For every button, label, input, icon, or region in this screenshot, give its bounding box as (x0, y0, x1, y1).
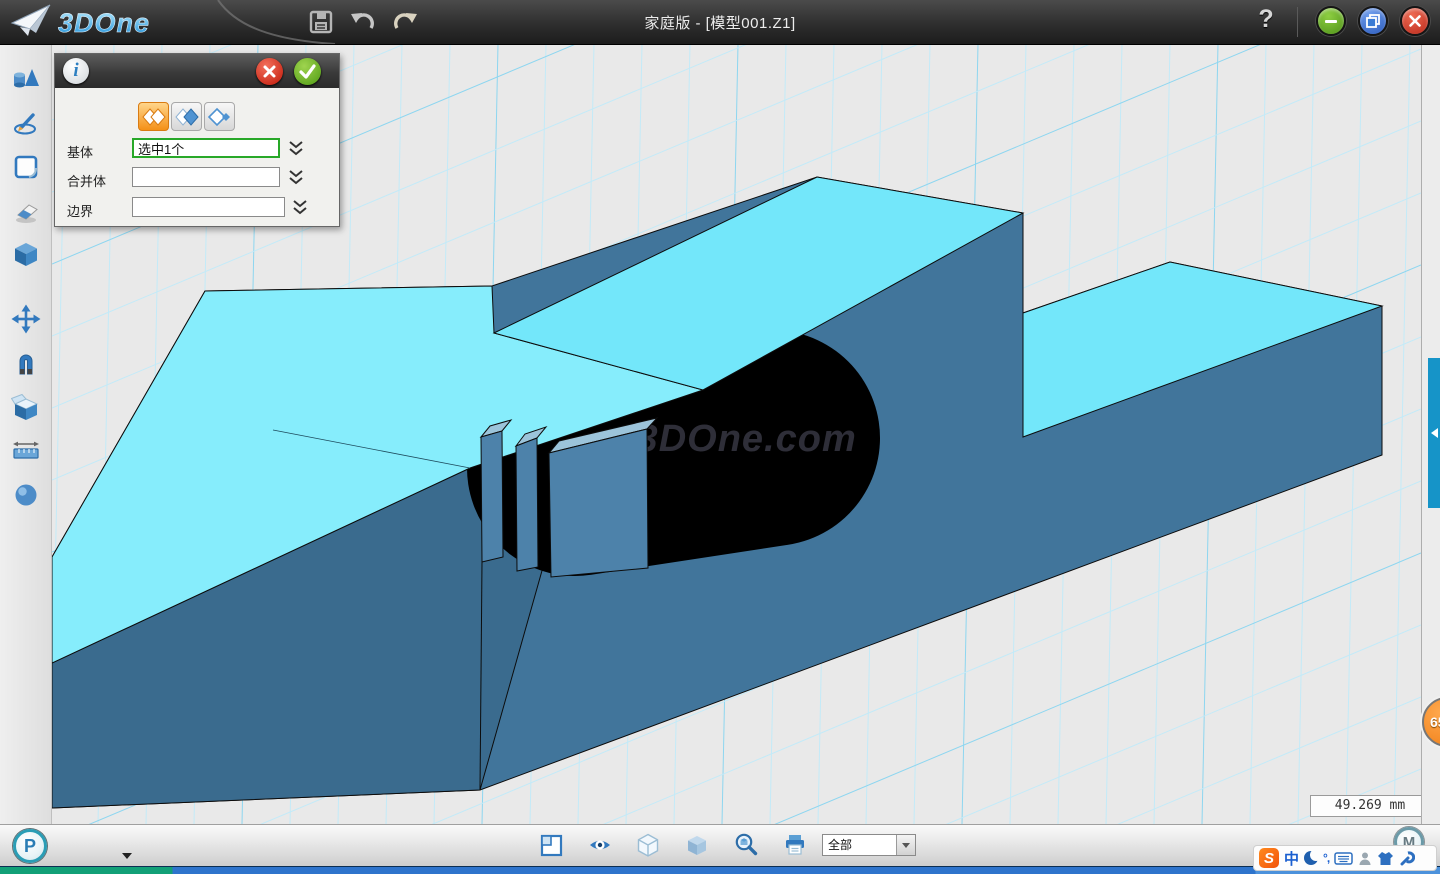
undo-icon (350, 10, 376, 34)
eraser-icon (11, 196, 41, 226)
material-button[interactable] (9, 478, 43, 512)
sketch-plane-icon (11, 152, 41, 182)
feature-cube-button[interactable] (9, 238, 43, 272)
boolean-subtract-icon (174, 107, 200, 127)
move-arrows-icon (11, 304, 41, 334)
svg-text:3DOne: 3DOne (58, 8, 150, 38)
primitives-button[interactable] (9, 62, 43, 96)
eraser-button[interactable] (9, 194, 43, 228)
panel-collapse-tab[interactable] (1428, 358, 1440, 508)
boolean-dialog: i 基体 选中1个 合并体 (54, 53, 340, 227)
watermark-text: i3DOne.com (625, 418, 857, 460)
magnet-constraint-icon (11, 348, 41, 378)
merge-body-field[interactable] (132, 167, 280, 187)
material-sphere-icon (11, 480, 41, 510)
moon-icon[interactable] (1304, 851, 1318, 865)
field-label-merge: 合并体 (67, 171, 106, 190)
toolbox-wrench-icon[interactable] (1399, 851, 1415, 866)
chevron-left-icon (1431, 428, 1438, 438)
magnet-button[interactable] (9, 346, 43, 380)
close-button[interactable] (1400, 6, 1430, 36)
minimize-button[interactable] (1316, 6, 1346, 36)
measure-ruler-icon (11, 436, 41, 466)
restore-button[interactable] (1358, 6, 1388, 36)
view-corner-icon (538, 832, 564, 858)
close-icon (1408, 14, 1422, 28)
title-bar: 3DOne 家庭版 - [模型001.Z1] ? (0, 0, 1440, 45)
dialog-confirm-button[interactable] (294, 58, 321, 85)
titlebar-separator (1297, 7, 1298, 37)
move-button[interactable] (9, 302, 43, 336)
dialog-cancel-button[interactable] (256, 58, 283, 85)
caret-down-icon[interactable] (122, 853, 132, 859)
paper-plane-icon (12, 5, 50, 36)
sketch-button[interactable] (9, 106, 43, 140)
document-title: 家庭版 - [模型001.Z1] (440, 12, 1000, 33)
boundary-field[interactable] (132, 197, 285, 217)
display-filter-dropdown[interactable]: 全部 (822, 834, 916, 856)
dropdown-arrow-button[interactable] (896, 835, 915, 855)
zoom-button[interactable] (730, 829, 762, 861)
minimize-icon (1324, 14, 1338, 28)
app-logo: 3DOne (6, 0, 236, 44)
display-filter-value: 全部 (823, 835, 896, 855)
ime-language-toggle[interactable]: 中 (1284, 848, 1299, 869)
boolean-subtract-button[interactable] (171, 102, 202, 131)
boolean-add-icon (141, 107, 167, 127)
user-icon[interactable] (1358, 851, 1372, 866)
caret-down-icon (902, 843, 910, 848)
bottom-toolbar: P (0, 824, 1440, 866)
save-button[interactable] (306, 7, 336, 37)
field-label-boundary: 边界 (67, 201, 93, 220)
left-toolbar (0, 44, 52, 824)
keyboard-icon[interactable] (1334, 851, 1353, 866)
redo-button[interactable] (390, 7, 420, 37)
base-body-field[interactable]: 选中1个 (132, 138, 280, 158)
check-icon (299, 64, 316, 79)
model-3d[interactable]: i3DOne.com (52, 177, 1382, 808)
sketch-plane-button[interactable] (9, 150, 43, 184)
ime-toolbar: S 中 °, (1253, 845, 1437, 871)
expand-chevrons-icon[interactable] (288, 169, 304, 186)
visibility-eye-icon (587, 832, 613, 858)
model-plate-3[interactable] (549, 418, 657, 577)
wireframe-view-button[interactable] (632, 829, 664, 861)
special-box-button[interactable] (9, 390, 43, 424)
boolean-intersect-button[interactable] (204, 102, 235, 131)
view-orientation-button[interactable] (535, 829, 567, 861)
shaded-view-button[interactable] (681, 829, 713, 861)
skin-shirt-icon[interactable] (1377, 851, 1394, 866)
boolean-add-button[interactable] (138, 102, 169, 131)
special-box-icon (11, 392, 41, 422)
wireframe-view-icon (635, 832, 661, 858)
cancel-x-icon (262, 64, 277, 79)
zoom-magnifier-icon (733, 832, 759, 858)
print-button[interactable] (779, 829, 811, 861)
dialog-header[interactable]: i (55, 54, 339, 88)
measure-button[interactable] (9, 434, 43, 468)
os-taskbar-edge (0, 866, 1440, 874)
info-icon: i (63, 58, 89, 84)
redo-icon (392, 10, 418, 34)
ime-punctuation-toggle[interactable]: °, (1323, 851, 1329, 865)
sogou-icon[interactable]: S (1259, 848, 1279, 868)
restore-icon (1366, 14, 1380, 28)
sketch-pencil-icon (11, 108, 41, 138)
expand-chevrons-icon[interactable] (288, 140, 304, 157)
profile-badge[interactable]: P (13, 829, 47, 863)
undo-button[interactable] (348, 7, 378, 37)
print-icon (782, 832, 808, 858)
boolean-intersect-icon (207, 107, 233, 127)
visibility-button[interactable] (584, 829, 616, 861)
feature-cube-icon (11, 240, 41, 270)
save-icon (309, 10, 333, 34)
primitives-icon (11, 64, 41, 94)
help-button[interactable]: ? (1252, 5, 1280, 34)
dimension-readout: 49.269 mm (1310, 795, 1430, 817)
field-label-base: 基体 (67, 142, 93, 161)
shaded-view-icon (684, 832, 710, 858)
expand-chevrons-icon[interactable] (292, 199, 308, 216)
